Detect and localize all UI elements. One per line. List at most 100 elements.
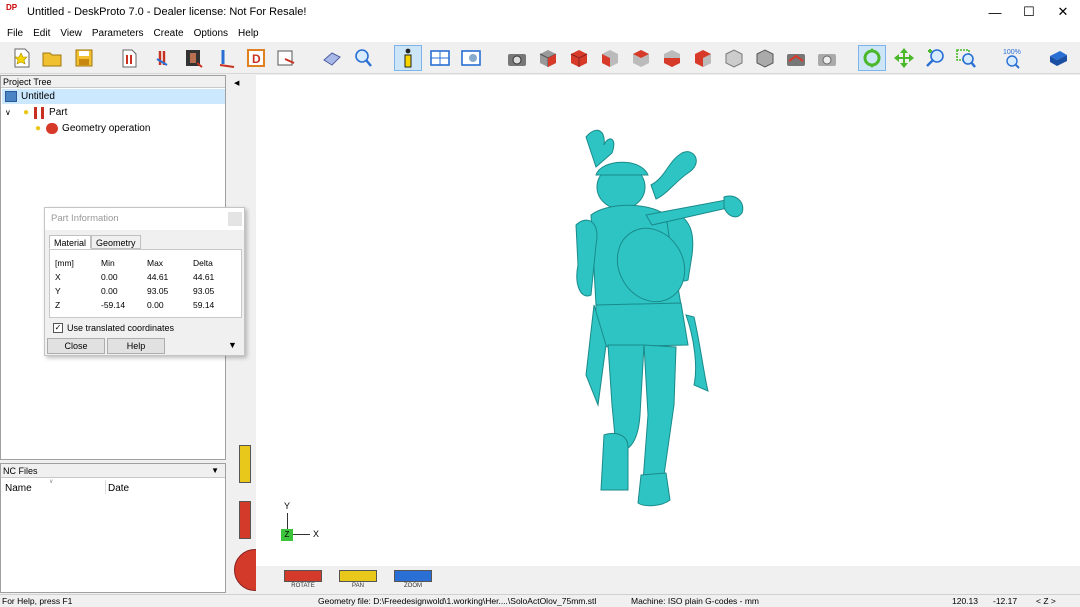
window-title: Untitled - DeskProto 7.0 - Dealer licens… xyxy=(27,6,307,18)
view-controls: ROTATE PAN ZOOM xyxy=(256,566,1080,593)
maximize-icon[interactable]: ☐ xyxy=(1012,0,1046,24)
view-cube-icon[interactable] xyxy=(565,45,593,71)
book-icon[interactable] xyxy=(1044,45,1072,71)
nc-files-header[interactable]: NC Files ▼ xyxy=(1,464,225,478)
project-tree-header: Project Tree xyxy=(1,76,225,88)
view-cube-icon[interactable] xyxy=(720,45,748,71)
expand-arrow-icon[interactable]: ▼ xyxy=(228,340,237,350)
view-cube-icon[interactable] xyxy=(596,45,624,71)
dialog-close-icon[interactable] xyxy=(228,212,242,226)
table-cell: 44.61 xyxy=(147,272,169,282)
pan-slider[interactable] xyxy=(239,445,251,483)
lightbulb-icon[interactable]: ● xyxy=(23,107,29,118)
chevron-down-icon[interactable]: ∨ xyxy=(5,108,15,117)
camera-arrow-icon[interactable] xyxy=(782,45,810,71)
column-divider[interactable] xyxy=(105,480,106,494)
pan-control[interactable] xyxy=(339,570,377,582)
status-coord-x: 120.13 xyxy=(952,596,978,606)
column-header-date[interactable]: Date xyxy=(108,483,129,494)
tab-material[interactable]: Material xyxy=(49,235,92,249)
menu-view[interactable]: View xyxy=(55,28,87,39)
drawing-icon[interactable]: D xyxy=(242,45,270,71)
nc-files-title: NC Files xyxy=(3,466,38,476)
status-machine: Machine: ISO plain G-codes - mm xyxy=(631,596,760,606)
magnify-icon[interactable] xyxy=(349,45,377,71)
camera-icon[interactable] xyxy=(503,45,531,71)
dialog-titlebar[interactable]: Part Information xyxy=(45,208,244,230)
status-help: For Help, press F1 xyxy=(2,596,73,606)
view-cube-icon[interactable] xyxy=(689,45,717,71)
use-translated-coordinates-checkbox[interactable]: ✓ Use translated coordinates xyxy=(53,323,174,333)
zoom-100-icon[interactable]: 100% xyxy=(998,45,1026,71)
zoom-control[interactable] xyxy=(394,570,432,582)
view-cube-icon[interactable] xyxy=(658,45,686,71)
rotate-label: ROTATE xyxy=(291,583,315,589)
rotate-tool-icon[interactable] xyxy=(858,45,886,71)
pan-label: PAN xyxy=(352,583,364,589)
menu-create[interactable]: Create xyxy=(149,28,189,39)
table-cell: 59.14 xyxy=(193,300,215,310)
tab-geometry[interactable]: Geometry xyxy=(91,235,141,249)
zoom-window-icon[interactable] xyxy=(952,45,980,71)
svg-text:D: D xyxy=(252,52,261,66)
table-cell: Y xyxy=(55,286,61,296)
image-icon[interactable] xyxy=(180,45,208,71)
dropdown-arrow-icon[interactable]: ▼ xyxy=(211,464,219,478)
menu-edit[interactable]: Edit xyxy=(28,28,55,39)
view-cube-icon[interactable] xyxy=(627,45,655,71)
menu-file[interactable]: File xyxy=(2,28,28,39)
menu-options[interactable]: Options xyxy=(189,28,233,39)
export-icon[interactable] xyxy=(272,45,300,71)
collapse-arrow-icon[interactable]: ◀ xyxy=(234,79,239,87)
close-icon[interactable]: ✕ xyxy=(1046,0,1080,24)
lightbulb-icon[interactable]: ● xyxy=(35,123,41,134)
status-geometry-file: Geometry file: D:\Freedesignwold\1.worki… xyxy=(318,596,597,606)
new-icon[interactable] xyxy=(8,45,36,71)
zoom-tool-icon[interactable] xyxy=(921,45,949,71)
table-header-delta: Delta xyxy=(193,258,213,268)
status-coord-y: -12.17 xyxy=(993,596,1018,606)
part-icon[interactable] xyxy=(116,45,144,71)
info-icon[interactable] xyxy=(394,45,422,71)
status-bar: For Help, press F1 Geometry file: D:\Fre… xyxy=(0,594,1080,607)
project-icon xyxy=(5,91,17,102)
layout-icon[interactable] xyxy=(426,45,454,71)
dialog-title: Part Information xyxy=(51,213,119,224)
title-bar: DP Untitled - DeskProto 7.0 - Dealer lic… xyxy=(0,0,1080,24)
table-header-unit: [mm] xyxy=(55,258,74,268)
3d-viewport[interactable]: Y X Z xyxy=(256,75,1080,566)
menu-parameters[interactable]: Parameters xyxy=(87,28,149,39)
minimize-icon[interactable]: — xyxy=(978,0,1012,24)
open-icon[interactable] xyxy=(38,45,66,71)
view-cube-icon[interactable] xyxy=(751,45,779,71)
table-header-min: Min xyxy=(101,258,115,268)
view-icon[interactable] xyxy=(457,45,485,71)
save-icon[interactable] xyxy=(70,45,98,71)
table-cell: 93.05 xyxy=(193,286,215,296)
tree-item-part[interactable]: ∨ ● Part xyxy=(5,105,67,120)
rotate-control[interactable] xyxy=(284,570,322,582)
table-cell: Z xyxy=(55,300,61,310)
table-cell: -59.14 xyxy=(101,300,126,310)
tree-item-untitled[interactable]: Untitled xyxy=(2,89,225,104)
close-button[interactable]: Close xyxy=(47,338,105,354)
add-part-icon[interactable] xyxy=(148,45,176,71)
table-cell: X xyxy=(55,272,61,282)
rotate-slider[interactable] xyxy=(239,501,251,539)
vector-icon[interactable] xyxy=(212,45,240,71)
model-figure[interactable] xyxy=(256,75,1080,566)
part-icon xyxy=(34,106,45,119)
status-axis: < Z > xyxy=(1036,596,1056,606)
column-header-name[interactable]: Name xyxy=(5,483,32,494)
menu-help[interactable]: Help xyxy=(233,28,264,39)
view-cube-icon[interactable] xyxy=(534,45,562,71)
tree-item-geometry-operation[interactable]: ● Geometry operation xyxy=(35,121,150,136)
checkbox-check-icon[interactable]: ✓ xyxy=(53,323,63,333)
help-button[interactable]: Help xyxy=(107,338,165,354)
camera-icon[interactable] xyxy=(813,45,841,71)
eraser-icon[interactable] xyxy=(318,45,346,71)
sort-arrow-icon: ∨ xyxy=(49,479,54,485)
zoom-100-label: 100% xyxy=(1003,49,1021,56)
pan-tool-icon[interactable] xyxy=(890,45,918,71)
checkbox-label: Use translated coordinates xyxy=(67,323,175,333)
